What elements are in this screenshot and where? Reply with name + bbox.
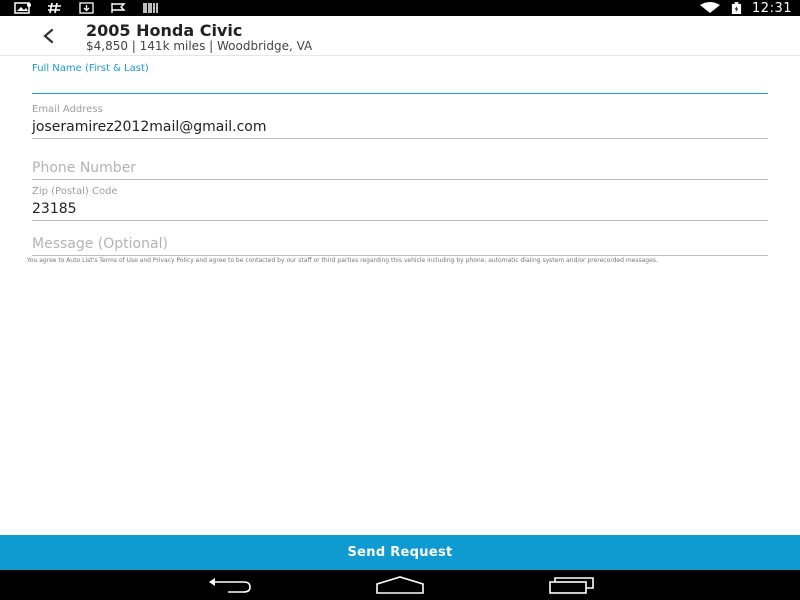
chevron-left-icon: [43, 28, 54, 44]
app-bar: 2005 Honda Civic $4,850 | 141k miles | W…: [0, 16, 800, 56]
full-name-input[interactable]: [32, 77, 768, 91]
phone-underline: [32, 179, 768, 180]
home-nav-icon: [376, 576, 424, 594]
barcode-icon: [143, 3, 158, 13]
zip-underline: [32, 220, 768, 221]
zip-field[interactable]: Zip (Postal) Code 23185: [32, 186, 768, 221]
back-nav-icon: [209, 578, 251, 593]
battery-charging-icon: [731, 1, 742, 14]
email-field[interactable]: Email Address joseramirez2012mail@gmail.…: [32, 104, 768, 139]
email-label: Email Address: [32, 104, 103, 115]
image-icon: [14, 2, 31, 14]
send-request-button[interactable]: Send Request: [0, 535, 800, 570]
phone-input[interactable]: Phone Number: [32, 159, 768, 177]
email-input[interactable]: joseramirez2012mail@gmail.com: [32, 118, 768, 136]
back-button[interactable]: [36, 24, 60, 48]
full-name-field[interactable]: Full Name (First & Last): [32, 63, 768, 94]
status-bar-system: 12:31: [699, 0, 792, 16]
wifi-icon: [700, 2, 721, 13]
listing-header: 2005 Honda Civic $4,850 | 141k miles | W…: [86, 22, 312, 53]
terms-disclaimer: You agree to Auto List's Terms of Use an…: [27, 257, 658, 264]
nav-home-button[interactable]: [376, 574, 424, 596]
flag-icon: [111, 3, 126, 13]
nav-back-button[interactable]: [206, 574, 252, 596]
nav-bar: [0, 570, 800, 600]
status-time: 12:31: [752, 0, 792, 16]
message-field[interactable]: Message (Optional): [32, 235, 768, 256]
listing-summary: $4,850 | 141k miles | Woodbridge, VA: [86, 39, 313, 53]
zip-label: Zip (Postal) Code: [32, 186, 118, 197]
status-bar: 12:31: [0, 0, 800, 16]
message-underline: [32, 255, 768, 256]
email-underline: [32, 138, 768, 139]
recents-nav-icon: [549, 577, 594, 594]
message-input[interactable]: Message (Optional): [32, 235, 768, 253]
full-name-label: Full Name (First & Last): [32, 63, 149, 74]
phone-field[interactable]: Phone Number: [32, 159, 768, 180]
page-title: 2005 Honda Civic: [86, 21, 243, 40]
nav-recents-button[interactable]: [549, 574, 595, 596]
download-icon: [79, 2, 94, 14]
full-name-underline: [32, 93, 768, 94]
zip-input[interactable]: 23185: [32, 200, 768, 218]
hash-icon: [48, 2, 61, 14]
status-bar-notifications: [14, 0, 160, 16]
